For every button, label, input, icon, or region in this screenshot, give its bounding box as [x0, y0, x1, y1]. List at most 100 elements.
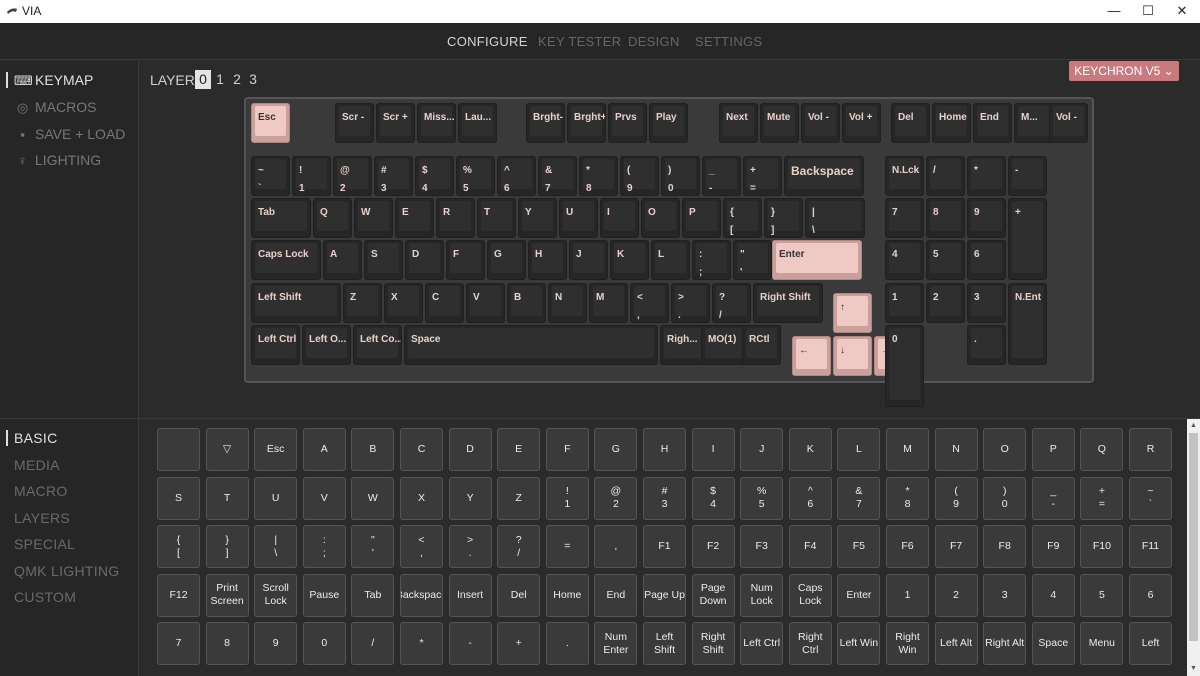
- keycode-button[interactable]: 3: [983, 573, 1027, 617]
- key-7[interactable]: & 7: [538, 156, 577, 196]
- keycode-button[interactable]: C: [400, 428, 443, 471]
- scroll-up-icon[interactable]: ▲: [1187, 420, 1200, 432]
- key-5[interactable]: % 5: [456, 156, 495, 196]
- keycode-button[interactable]: Caps Lock: [788, 573, 832, 617]
- keycode-button[interactable]: F7: [934, 525, 978, 569]
- keycode-button[interactable]: Backspace: [400, 573, 443, 617]
- key-u[interactable]: U: [559, 198, 598, 238]
- keycode-button[interactable]: F4: [788, 525, 832, 569]
- keycode-button[interactable]: F8: [983, 525, 1027, 569]
- keycode-button[interactable]: O: [983, 428, 1027, 471]
- keycode-button[interactable]: 9: [254, 622, 298, 666]
- key-volume-knob[interactable]: Vol - Vol +: [1049, 103, 1088, 143]
- keycode-button[interactable]: J: [740, 428, 784, 471]
- key-p[interactable]: P: [682, 198, 721, 238]
- key-left-ctrl[interactable]: Left Ctrl: [251, 325, 301, 365]
- keycode-button[interactable]: N: [934, 428, 978, 471]
- key-kp-8[interactable]: 8: [926, 198, 965, 238]
- keycode-button[interactable]: Right Win: [886, 622, 929, 666]
- keyboard-select[interactable]: KEYCHRON V5 ⌄: [1069, 61, 1179, 81]
- key-v[interactable]: V: [466, 283, 505, 323]
- keycode-button[interactable]: Num Lock: [740, 573, 784, 617]
- keycode-button[interactable]: ) 0: [983, 476, 1027, 520]
- key-t[interactable]: T: [477, 198, 516, 238]
- key-slash[interactable]: ? /: [712, 283, 751, 323]
- category-qmk-lighting[interactable]: QMK LIGHTING: [14, 563, 120, 579]
- key-num-lock[interactable]: N.Lck: [885, 156, 924, 196]
- keycode-button[interactable]: I: [691, 428, 735, 471]
- key-n[interactable]: N: [548, 283, 587, 323]
- keycode-button[interactable]: F: [545, 428, 589, 471]
- keycode-button[interactable]: P: [1031, 428, 1075, 471]
- keycode-button[interactable]: ▽: [205, 428, 249, 471]
- keycode-button[interactable]: Scroll Lock: [254, 573, 298, 617]
- key-semicolon[interactable]: : ;: [692, 240, 731, 280]
- key-equal[interactable]: + =: [743, 156, 782, 196]
- key-o[interactable]: O: [641, 198, 680, 238]
- keycode-button[interactable]: ^ 6: [788, 476, 832, 520]
- keycode-button[interactable]: F5: [837, 525, 881, 569]
- keycode-button[interactable]: .: [545, 622, 589, 666]
- key-left-bracket[interactable]: { [: [723, 198, 762, 238]
- key-quote[interactable]: " ': [733, 240, 772, 280]
- keycode-button[interactable]: /: [351, 622, 395, 666]
- sidebar-item-lighting[interactable]: ♀ LIGHTING: [14, 152, 102, 168]
- keycode-button[interactable]: Enter: [837, 573, 881, 617]
- key-y[interactable]: Y: [518, 198, 557, 238]
- category-media[interactable]: MEDIA: [14, 457, 60, 473]
- keycode-button[interactable]: Z: [497, 476, 541, 520]
- keycode-button[interactable]: Right Shift: [691, 622, 735, 666]
- category-basic[interactable]: BASIC: [14, 430, 58, 446]
- keycode-button[interactable]: * 8: [886, 476, 929, 520]
- keycode-button[interactable]: Pause: [302, 573, 346, 617]
- key-x[interactable]: X: [384, 283, 423, 323]
- keycode-button[interactable]: 6: [1129, 573, 1172, 617]
- key-kp-6[interactable]: 6: [967, 240, 1006, 280]
- keycode-button[interactable]: 1: [886, 573, 929, 617]
- key-end[interactable]: End: [973, 103, 1012, 143]
- keycode-button[interactable]: S: [157, 476, 200, 520]
- keycode-button[interactable]: _ -: [1031, 476, 1075, 520]
- keycode-button[interactable]: ? /: [497, 525, 541, 569]
- keycode-button[interactable]: Insert: [448, 573, 492, 617]
- keycode-button[interactable]: *: [400, 622, 443, 666]
- key-screen-brightness-up[interactable]: Brght+: [567, 103, 606, 143]
- key-k[interactable]: K: [610, 240, 649, 280]
- keycode-button[interactable]: +: [497, 622, 541, 666]
- keycode-button[interactable]: L: [837, 428, 881, 471]
- keycode-button[interactable]: K: [788, 428, 832, 471]
- keycode-button[interactable]: A: [302, 428, 346, 471]
- keycode-button[interactable]: $ 4: [691, 476, 735, 520]
- keycode-button[interactable]: Q: [1080, 428, 1124, 471]
- keycode-button[interactable]: | \: [254, 525, 298, 569]
- key-kp-7[interactable]: 7: [885, 198, 924, 238]
- keycode-button[interactable]: Del: [497, 573, 541, 617]
- palette-scrollbar[interactable]: ▲ ▼: [1187, 419, 1200, 676]
- key-6[interactable]: ^ 6: [497, 156, 536, 196]
- keycode-button[interactable]: @ 2: [594, 476, 638, 520]
- key-brightness-down-fn[interactable]: Scr -: [335, 103, 374, 143]
- tab-configure[interactable]: CONFIGURE: [447, 34, 528, 49]
- key-screen-brightness-down[interactable]: Brght-: [526, 103, 565, 143]
- key-kp-2[interactable]: 2: [926, 283, 965, 323]
- keycode-button[interactable]: Tab: [351, 573, 395, 617]
- key-kp-slash[interactable]: /: [926, 156, 965, 196]
- key-volume-down[interactable]: Vol -: [801, 103, 840, 143]
- key-1[interactable]: ! 1: [292, 156, 331, 196]
- keycode-button[interactable]: U: [254, 476, 298, 520]
- keycode-button[interactable]: 2: [934, 573, 978, 617]
- key-arrow-down[interactable]: ↓: [833, 336, 872, 376]
- key-kp-3[interactable]: 3: [967, 283, 1006, 323]
- keycode-button[interactable]: [157, 428, 200, 471]
- key-kp-enter[interactable]: N.Ent: [1008, 283, 1047, 365]
- key-brightness-up-fn[interactable]: Scr +: [376, 103, 415, 143]
- key-f[interactable]: F: [446, 240, 485, 280]
- keycode-button[interactable]: < ,: [400, 525, 443, 569]
- key-kp-5[interactable]: 5: [926, 240, 965, 280]
- key-kp-1[interactable]: 1: [885, 283, 924, 323]
- keycode-button[interactable]: Print Screen: [205, 573, 249, 617]
- keycode-button[interactable]: { [: [157, 525, 200, 569]
- key-8[interactable]: * 8: [579, 156, 618, 196]
- keycode-button[interactable]: Left Shift: [643, 622, 686, 666]
- close-button[interactable]: ✕: [1164, 0, 1200, 23]
